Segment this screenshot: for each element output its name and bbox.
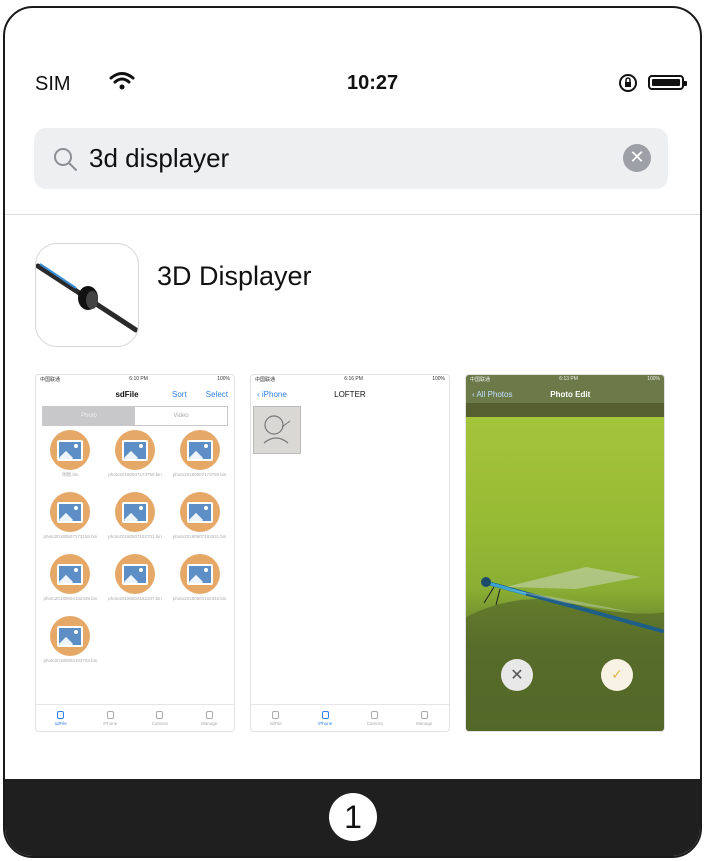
mini-tab-bar: sdFile iPhone Camera Manage: [36, 704, 234, 731]
clock: 10:27: [347, 72, 399, 94]
mini-nav-bar: ‹ All Photos Photo Edit: [466, 385, 664, 403]
battery-icon: [648, 75, 687, 90]
confirm-edit-icon: ✓: [601, 659, 633, 691]
sketch-icon: [263, 415, 291, 444]
hologram-fan-icon: [36, 263, 138, 333]
toolbar-band: [466, 403, 664, 417]
photo-thumbnail: [253, 406, 301, 454]
step-badge: 1: [329, 793, 377, 841]
app-icon[interactable]: [35, 243, 139, 347]
dragonfly-photo: [466, 417, 664, 731]
file-item: photo20180507173158.bin: [38, 492, 103, 552]
file-name: photo20180507173759.bin: [108, 472, 162, 477]
mini-back-link: ‹ iPhone: [257, 389, 287, 399]
file-item: photo2018050416234​9.bin: [38, 554, 103, 614]
cancel-edit-icon: ✕: [501, 659, 533, 691]
screenshot-photo-edit[interactable]: 中国联通 6:13 PM 100% ‹ All Photos Photo Edi…: [465, 374, 665, 732]
mini-status-bar: 中国联通 6:13 PM 100%: [466, 375, 664, 385]
file-item: photo20180504162347.bin: [103, 554, 168, 614]
mini-tab-bar: sdFile iPhone Camera Manage: [251, 704, 449, 731]
image-file-icon: [50, 492, 91, 532]
footer-bar: 1: [5, 779, 700, 856]
image-file-icon: [50, 554, 91, 594]
clear-icon[interactable]: ✕: [623, 144, 651, 172]
divider: [5, 214, 700, 215]
file-name: photo20180507152631.bin: [172, 534, 227, 539]
select-link: Select: [205, 389, 228, 399]
file-name: photo2018050416234​9.bin: [43, 596, 98, 601]
mini-status-bar: 中国联通 6:16 PM 100%: [255, 376, 445, 383]
file-name: photo20180507173750.bin: [172, 472, 227, 477]
image-file-icon: [114, 554, 155, 594]
sort-link: Sort: [172, 389, 187, 399]
rotation-lock-icon: [619, 74, 637, 92]
mini-title: sdFile: [115, 389, 139, 399]
image-file-icon: [179, 430, 220, 470]
screenshot-gallery[interactable]: 中国联通 6:10 PM 100% sdFile Sort Select Pho…: [35, 374, 669, 732]
file-item: photo20180507152701.bin: [103, 492, 168, 552]
image-file-icon: [179, 492, 220, 532]
file-grid: 图图.bin photo20180507173759.bin photo201805…: [36, 426, 234, 676]
image-file-icon: [114, 430, 155, 470]
file-name: photo20180507173158.bin: [43, 534, 98, 539]
image-file-icon: [179, 554, 220, 594]
file-name: photo20180504162345.bin: [172, 596, 227, 601]
file-item: photo20180507173759.bin: [103, 430, 168, 490]
mini-back-link: ‹ All Photos: [472, 389, 513, 399]
mini-title: LOFTER: [334, 389, 366, 399]
file-name: photo20180507152701.bin: [108, 534, 162, 539]
file-item: photo20180504162345.bin: [167, 554, 232, 614]
mini-nav-bar: ‹ iPhone LOFTER: [251, 385, 449, 403]
file-name: photo20180503182703.bin: [43, 658, 98, 663]
file-item: photo20180507152631.bin: [167, 492, 232, 552]
file-name: 图图.bin: [62, 472, 79, 477]
file-name: photo20180504162347.bin: [108, 596, 162, 601]
mini-title: Photo Edit: [550, 389, 591, 399]
file-item: 图图.bin: [38, 430, 103, 490]
app-name[interactable]: 3D Displayer: [157, 261, 312, 292]
mini-status-bar: 中国联通 6:10 PM 100%: [40, 376, 230, 383]
segment-control: Photo Video: [42, 406, 228, 426]
wifi-icon: [109, 72, 135, 90]
dragonfly-image: [466, 567, 664, 731]
carrier-label: SIM: [35, 73, 71, 95]
file-item: photo20180503182703.bin: [38, 616, 103, 676]
status-bar: SIM 10:27: [5, 68, 700, 100]
screenshot-sdfile[interactable]: 中国联通 6:10 PM 100% sdFile Sort Select Pho…: [35, 374, 235, 732]
search-bar[interactable]: ✕: [34, 128, 668, 189]
file-item: photo20180507173750.bin: [167, 430, 232, 490]
device-frame: SIM 10:27 ✕ 3D Displayer: [3, 6, 702, 858]
magnifier-icon: [54, 148, 77, 171]
mini-nav-bar: sdFile Sort Select: [36, 385, 234, 403]
image-file-icon: [50, 430, 91, 470]
image-file-icon: [50, 616, 91, 656]
screenshot-lofter[interactable]: 中国联通 6:16 PM 100% ‹ iPhone LOFTER sdFile…: [250, 374, 450, 732]
search-input[interactable]: [89, 138, 609, 178]
image-file-icon: [114, 492, 155, 532]
